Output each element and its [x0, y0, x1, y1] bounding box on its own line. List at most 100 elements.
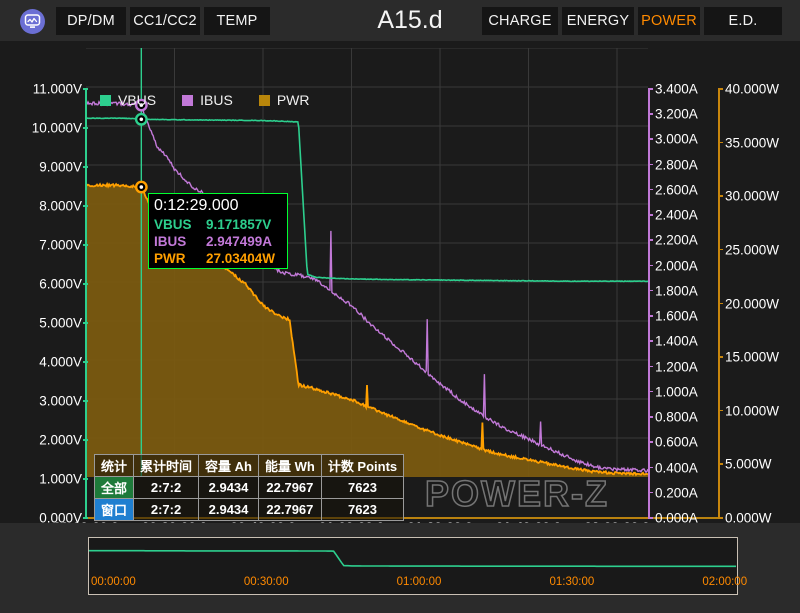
axis-tick-mark: [718, 195, 723, 197]
tab-dp-dm[interactable]: DP/DM: [56, 7, 126, 35]
voltage-axis-line: [85, 89, 87, 518]
axis-tick-label: 0.400A: [655, 460, 698, 475]
legend-swatch-ibus: [182, 95, 193, 106]
chart-legend: VBUS IBUS PWR: [100, 92, 309, 108]
axis-tick-label: 35.000W: [725, 135, 779, 150]
axis-tick-mark: [83, 283, 88, 285]
axis-tick-mark: [83, 244, 88, 246]
cell-window-points: 7623: [321, 499, 403, 521]
axis-tick-label: 3.000V: [39, 394, 82, 409]
axis-tick-mark: [718, 88, 723, 90]
axis-tick-mark: [83, 439, 88, 441]
axis-tick-label: 0.600A: [655, 435, 698, 450]
current-axis-line: [648, 89, 650, 518]
axis-tick-mark: [648, 265, 653, 267]
tab-cc1-cc2[interactable]: CC1/CC2: [130, 7, 200, 35]
legend-item-vbus[interactable]: VBUS: [100, 92, 156, 108]
tooltip-vbus-label: VBUS: [154, 216, 206, 233]
tooltip-vbus-value: 9.171857V: [206, 216, 271, 233]
axis-tick-mark: [648, 492, 653, 494]
axis-tick-mark: [718, 410, 723, 412]
power-z-watermark: POWER-Z: [425, 473, 609, 515]
col-header-energy: 能量 Wh: [258, 455, 321, 477]
tab-ed[interactable]: E.D.: [704, 7, 782, 35]
axis-tick-mark: [648, 416, 653, 418]
axis-tick-mark: [648, 164, 653, 166]
navigator-track[interactable]: 00:00:0000:30:0001:00:0001:30:0002:00:00: [88, 537, 738, 595]
axis-tick-label: 1.400A: [655, 334, 698, 349]
axis-tick-mark: [718, 142, 723, 144]
cell-all-time: 2:7:2: [134, 477, 199, 499]
axis-tick-mark: [718, 249, 723, 251]
axis-tick-label: 2.800A: [655, 157, 698, 172]
axis-tick-label: 5.000V: [39, 316, 82, 331]
tab-temp[interactable]: TEMP: [204, 7, 270, 35]
navigator-tick-label: 00:30:00: [244, 576, 289, 588]
row-label-all[interactable]: 全部: [95, 477, 134, 499]
legend-swatch-vbus: [100, 95, 111, 106]
app-header: DP/DM CC1/CC2 TEMP A15.d CHARGE ENERGY P…: [0, 0, 800, 41]
cell-window-capacity: 2.9434: [199, 499, 259, 521]
axis-tick-mark: [648, 239, 653, 241]
axis-tick-mark: [83, 478, 88, 480]
timeline-navigator[interactable]: 00:00:0000:30:0001:00:0001:30:0002:00:00: [0, 523, 800, 613]
axis-tick-label: 5.000W: [725, 457, 772, 472]
axis-tick-mark: [648, 340, 653, 342]
axis-tick-label: 3.200A: [655, 107, 698, 122]
axis-tick-label: 10.000V: [32, 121, 82, 136]
tab-energy[interactable]: ENERGY: [562, 7, 634, 35]
navigator-tick-label: 01:30:00: [550, 576, 595, 588]
axis-tick-label: 8.000V: [39, 199, 82, 214]
tab-power[interactable]: POWER: [638, 7, 700, 35]
axis-tick-mark: [648, 88, 653, 90]
navigator-tick-label: 02:00:00: [702, 576, 747, 588]
col-header-stat: 统计: [95, 455, 134, 477]
axis-tick-mark: [718, 517, 723, 519]
axis-tick-label: 30.000W: [725, 189, 779, 204]
axis-tick-mark: [648, 391, 653, 393]
axis-tick-mark: [83, 127, 88, 129]
tooltip-pwr-label: PWR: [154, 250, 206, 267]
axis-tick-label: 25.000W: [725, 242, 779, 257]
tab-charge[interactable]: CHARGE: [482, 7, 558, 35]
table-row: 窗口 2:7:2 2.9434 22.7967 7623: [95, 499, 404, 521]
axis-tick-label: 1.800A: [655, 283, 698, 298]
axis-tick-label: 0.200A: [655, 485, 698, 500]
axis-tick-label: 11.000V: [33, 82, 82, 97]
axis-tick-mark: [83, 400, 88, 402]
axis-tick-label: 10.000W: [725, 403, 779, 418]
statistics-table: 统计 累计时间 容量 Ah 能量 Wh 计数 Points 全部 2:7:2 2…: [94, 454, 404, 521]
axis-tick-label: 2.000V: [39, 433, 82, 448]
waveform-monitor-icon: [24, 14, 41, 29]
navigator-tick-label: 01:00:00: [397, 576, 442, 588]
axis-tick-mark: [83, 205, 88, 207]
cell-all-energy: 22.7967: [258, 477, 321, 499]
axis-tick-label: 7.000V: [39, 238, 82, 253]
chart-panel: 0.000V1.000V2.000V3.000V4.000V5.000V6.00…: [0, 41, 800, 523]
axis-tick-mark: [648, 441, 653, 443]
axis-tick-mark: [648, 366, 653, 368]
table-header-row: 统计 累计时间 容量 Ah 能量 Wh 计数 Points: [95, 455, 404, 477]
axis-tick-label: 3.000A: [655, 132, 698, 147]
axis-tick-mark: [648, 138, 653, 140]
col-header-points: 计数 Points: [321, 455, 403, 477]
cell-window-energy: 22.7967: [258, 499, 321, 521]
legend-item-ibus[interactable]: IBUS: [182, 92, 233, 108]
table-row: 全部 2:7:2 2.9434 22.7967 7623: [95, 477, 404, 499]
axis-tick-label: 9.000V: [39, 160, 82, 175]
axis-tick-label: 4.000V: [39, 355, 82, 370]
axis-tick-mark: [83, 88, 88, 90]
axis-tick-mark: [648, 517, 653, 519]
legend-label-vbus: VBUS: [118, 92, 156, 108]
power-z-chart-window: DP/DM CC1/CC2 TEMP A15.d CHARGE ENERGY P…: [0, 0, 800, 613]
app-logo[interactable]: [20, 9, 45, 34]
legend-item-pwr[interactable]: PWR: [259, 92, 310, 108]
axis-tick-mark: [648, 467, 653, 469]
axis-tick-label: 1.600A: [655, 309, 698, 324]
axis-tick-label: 40.000W: [725, 82, 779, 97]
row-label-window[interactable]: 窗口: [95, 499, 134, 521]
axis-tick-mark: [83, 361, 88, 363]
axis-tick-mark: [648, 214, 653, 216]
cell-all-points: 7623: [321, 477, 403, 499]
axis-tick-mark: [648, 290, 653, 292]
